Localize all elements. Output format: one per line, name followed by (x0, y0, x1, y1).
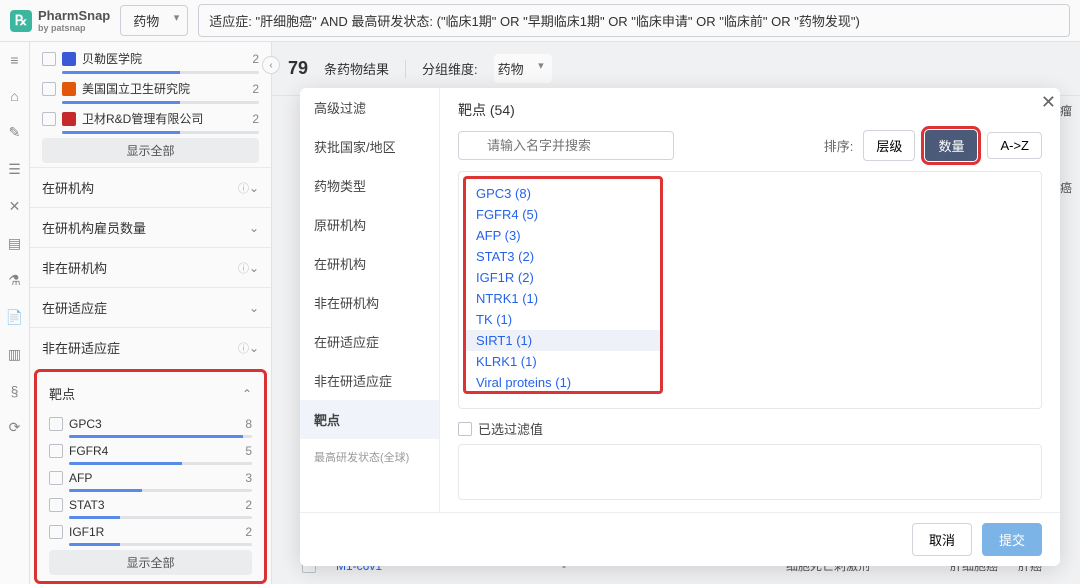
close-icon[interactable]: ✕ (1035, 88, 1060, 119)
target-option-selected[interactable]: SIRT1 (1) (466, 330, 660, 351)
modal-cat-item[interactable]: 非在研机构 (300, 283, 439, 322)
sort-level-button[interactable]: 层级 (863, 130, 915, 161)
target-option[interactable]: IGF1R (2) (466, 267, 660, 288)
target-option[interactable]: STAT3 (2) (466, 246, 660, 267)
modal-cat-item[interactable]: 在研适应症 (300, 322, 439, 361)
target-option[interactable]: FGFR4 (5) (466, 204, 660, 225)
sort-alpha-button[interactable]: A->Z (987, 132, 1042, 159)
target-option[interactable]: TK (1) (466, 309, 660, 330)
modal-right-pane: ✕ 靶点 (54) 排序: 层级 数量 A->Z GPC3 (8) FGFR4 … (440, 88, 1060, 512)
target-list: GPC3 (8) FGFR4 (5) AFP (3) STAT3 (2) IGF… (463, 176, 663, 394)
sort-count-button[interactable]: 数量 (925, 130, 977, 161)
modal-cat-item-active[interactable]: 靶点 (300, 400, 439, 439)
target-option[interactable]: AFP (3) (466, 225, 660, 246)
modal-cat-item[interactable]: 原研机构 (300, 205, 439, 244)
target-option[interactable]: KLRK1 (1) (466, 351, 660, 372)
modal-footer: 取消 提交 (300, 512, 1060, 566)
modal-cat-item[interactable]: 在研机构 (300, 244, 439, 283)
modal-category-list: 高级过滤 获批国家/地区 药物类型 原研机构 在研机构 非在研机构 在研适应症 … (300, 88, 440, 512)
selected-filters-box (458, 444, 1042, 500)
modal-cat-item[interactable]: 获批国家/地区 (300, 127, 439, 166)
cancel-button[interactable]: 取消 (912, 523, 972, 556)
sort-label: 排序: (824, 136, 854, 155)
target-option[interactable]: Viral proteins (1) (466, 372, 660, 393)
search-wrap (458, 131, 674, 160)
target-option[interactable]: NTRK1 (1) (466, 288, 660, 309)
selected-filters-label: 已选过滤值 (458, 419, 1042, 438)
target-search-input[interactable] (458, 131, 674, 160)
advanced-filter-modal: 高级过滤 获批国家/地区 药物类型 原研机构 在研机构 非在研机构 在研适应症 … (300, 88, 1060, 566)
modal-cat-item[interactable]: 高级过滤 (300, 88, 439, 127)
modal-title: 靶点 (54) (458, 100, 515, 120)
submit-button[interactable]: 提交 (982, 523, 1042, 556)
modal-cat-item[interactable]: 药物类型 (300, 166, 439, 205)
modal-cat-item[interactable]: 最高研发状态(全球) (300, 439, 439, 475)
target-list-container: GPC3 (8) FGFR4 (5) AFP (3) STAT3 (2) IGF… (458, 171, 1042, 409)
modal-cat-item[interactable]: 非在研适应症 (300, 361, 439, 400)
target-option[interactable]: GPC3 (8) (466, 183, 660, 204)
target-option[interactable]: SMO (1) (466, 393, 660, 394)
checkbox[interactable] (458, 422, 472, 436)
